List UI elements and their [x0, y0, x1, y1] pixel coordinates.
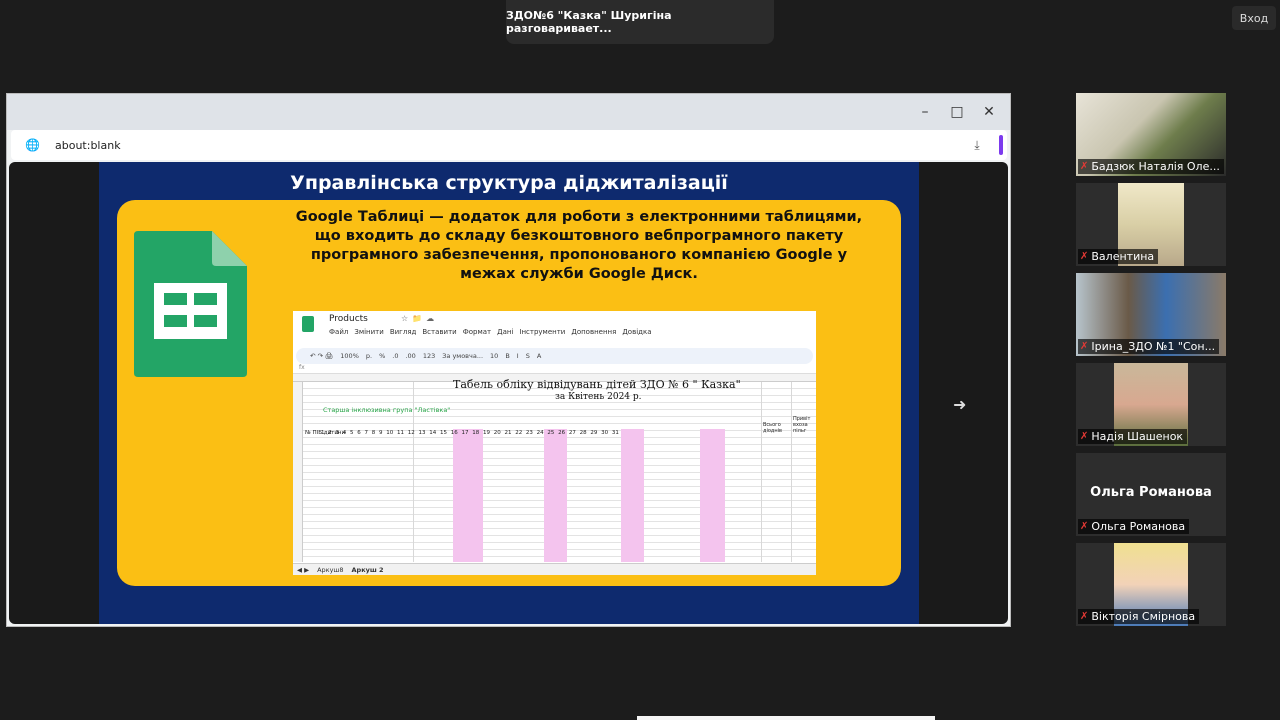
undo-redo-icons: ↶ ↷ 🖨 [310, 352, 334, 360]
mic-muted-icon: ✗ [1080, 161, 1089, 172]
weekend-column [700, 429, 725, 562]
slide-description: Google Таблиці — додаток для роботи з ел… [295, 209, 863, 282]
participant-name-tag: ✗ Надія Шашенок [1078, 429, 1188, 444]
menu-item: Вставити [422, 328, 457, 336]
participant-name: Валентина [1091, 250, 1155, 263]
sheet-toolbar: ↶ ↷ 🖨 100% р. % .0 .00 123 За умовча... … [296, 348, 813, 364]
formula-bar: fx [293, 364, 816, 374]
menu-item: Формат [462, 328, 492, 336]
group-label: Старша інклюзивна група "Ластівка" [323, 406, 451, 414]
participant-tile[interactable]: ✗ Надія Шашенок [1076, 363, 1226, 446]
participant-name: Бадзюк Наталія Оле... [1091, 160, 1220, 173]
participant-tile[interactable]: ✗ Валентина [1076, 183, 1226, 266]
sheet-grid: Табель обліку відвідувань дітей ЗДО № 6 … [293, 378, 816, 562]
next-slide-icon[interactable]: ➜ [953, 395, 966, 414]
toolbar-item: 10 [490, 352, 499, 360]
toolbar-item: 123 [422, 352, 436, 360]
row-numbers [293, 382, 303, 562]
menu-item: Доповнення [571, 328, 617, 336]
url-text[interactable]: about:blank [55, 139, 963, 152]
maximize-icon[interactable]: □ [944, 99, 970, 125]
participant-name: Ольга Романова [1091, 520, 1186, 533]
menu-item: Довідка [622, 328, 652, 336]
close-icon[interactable]: ✕ [976, 99, 1002, 125]
page-viewport: Управлінська структура діджиталізації Go… [9, 162, 1008, 624]
sheet-menu: Файл Змінити Вигляд Вставити Формат Дані… [329, 328, 652, 336]
toolbar-item: S [525, 352, 530, 360]
toolbar-item: 100% [340, 352, 359, 360]
extra-header: Привіт вхоза пільг [793, 416, 811, 434]
menu-item: Файл [329, 328, 349, 336]
mic-muted-icon: ✗ [1080, 251, 1089, 262]
doc-title: Products [329, 314, 368, 324]
minimize-icon[interactable]: – [912, 99, 938, 125]
name-header: № ПІБ дитини [305, 430, 346, 436]
participant-name-tag: ✗ Вікторія Смірнова [1078, 609, 1200, 624]
participant-tile[interactable]: ✗ Ірина_ЗДО №1 "Сон... [1076, 273, 1226, 356]
toolbar-item: B [505, 352, 510, 360]
google-sheets-icon [134, 231, 247, 377]
enter-button[interactable]: Вход [1232, 6, 1276, 30]
mic-muted-icon: ✗ [1080, 611, 1089, 622]
sheets-mini-icon [302, 316, 314, 332]
participant-name-tag: ✗ Ольга Романова [1078, 519, 1190, 534]
toolbar-item: .0 [392, 352, 399, 360]
weekend-column [621, 429, 644, 562]
participant-name: Вікторія Смірнова [1091, 610, 1196, 623]
download-icon[interactable]: ⤓ [963, 138, 991, 153]
presentation-slide: Управлінська структура діджиталізації Go… [99, 162, 919, 624]
day-numbers: 1 2 3 4 5 6 7 8 9 10 11 12 13 14 15 16 1… [321, 430, 619, 436]
participant-tile[interactable]: ✗ Бадзюк Наталія Оле... [1076, 93, 1226, 176]
participant-name-tag: ✗ Валентина [1078, 249, 1159, 264]
address-bar[interactable]: 🌐 about:blank ⤓ [11, 130, 1007, 160]
globe-icon: 🌐 [25, 138, 40, 152]
sheet-nav-icons: ◀ ▶ [297, 565, 310, 574]
extension-indicator [999, 135, 1003, 155]
star-folder-cloud-icons: ☆📁☁ [401, 314, 439, 323]
toolbar-item: A [536, 352, 542, 360]
toolbar-item: .00 [405, 352, 416, 360]
toolbar-item: I [516, 352, 519, 360]
slide-title: Управлінська структура діджиталізації [290, 172, 728, 194]
mic-muted-icon: ✗ [1080, 521, 1089, 532]
participant-name-tag: ✗ Ірина_ЗДО №1 "Сон... [1078, 339, 1220, 354]
toolbar-item: р. [365, 352, 373, 360]
mic-muted-icon: ✗ [1080, 341, 1089, 352]
info-card: Google Таблиці — додаток для роботи з ел… [117, 200, 901, 586]
weekend-column [544, 429, 567, 562]
toolbar-item: За умовча... [442, 352, 484, 360]
total-header: Всього діоднів [763, 422, 782, 434]
menu-item: Інструменти [519, 328, 566, 336]
tabel-title: Табель обліку відвідувань дітей ЗДО № 6 … [453, 378, 741, 391]
toolbar-item: % [379, 352, 386, 360]
grid-line [761, 382, 762, 562]
menu-item: Вигляд [389, 328, 417, 336]
menu-item: Дані [497, 328, 514, 336]
spreadsheet-screenshot: Products ☆📁☁ Файл Змінити Вигляд Вставит… [293, 311, 816, 575]
tabel-subtitle: за Квітень 2024 р. [555, 392, 642, 402]
browser-window: – □ ✕ 🌐 about:blank ⤓ Управлінська струк… [6, 93, 1011, 627]
participant-tile[interactable]: Ольга Романова ✗ Ольга Романова [1076, 453, 1226, 536]
participant-name: Ірина_ЗДО №1 "Сон... [1091, 340, 1216, 353]
weekend-column [453, 429, 483, 562]
meeting-banner: ЗДО№6 "Казка" Шуригіна разговаривает... [506, 0, 774, 44]
sheet-tab-active: Аркуш 2 [351, 565, 384, 574]
sheet-tab: Аркуш8 [317, 565, 344, 574]
mic-muted-icon: ✗ [1080, 431, 1089, 442]
participant-name: Надія Шашенок [1091, 430, 1184, 443]
participant-name-tag: ✗ Бадзюк Наталія Оле... [1078, 159, 1224, 174]
menu-item: Змінити [354, 328, 384, 336]
participant-display-name: Ольга Романова [1090, 485, 1212, 500]
sheet-tabbar: ◀ ▶ Аркуш8 Аркуш 2 [293, 563, 816, 575]
bottom-toolbar-edge [637, 716, 935, 720]
window-titlebar: – □ ✕ [7, 94, 1010, 130]
grid-line [791, 382, 792, 562]
participant-tile[interactable]: ✗ Вікторія Смірнова [1076, 543, 1226, 626]
